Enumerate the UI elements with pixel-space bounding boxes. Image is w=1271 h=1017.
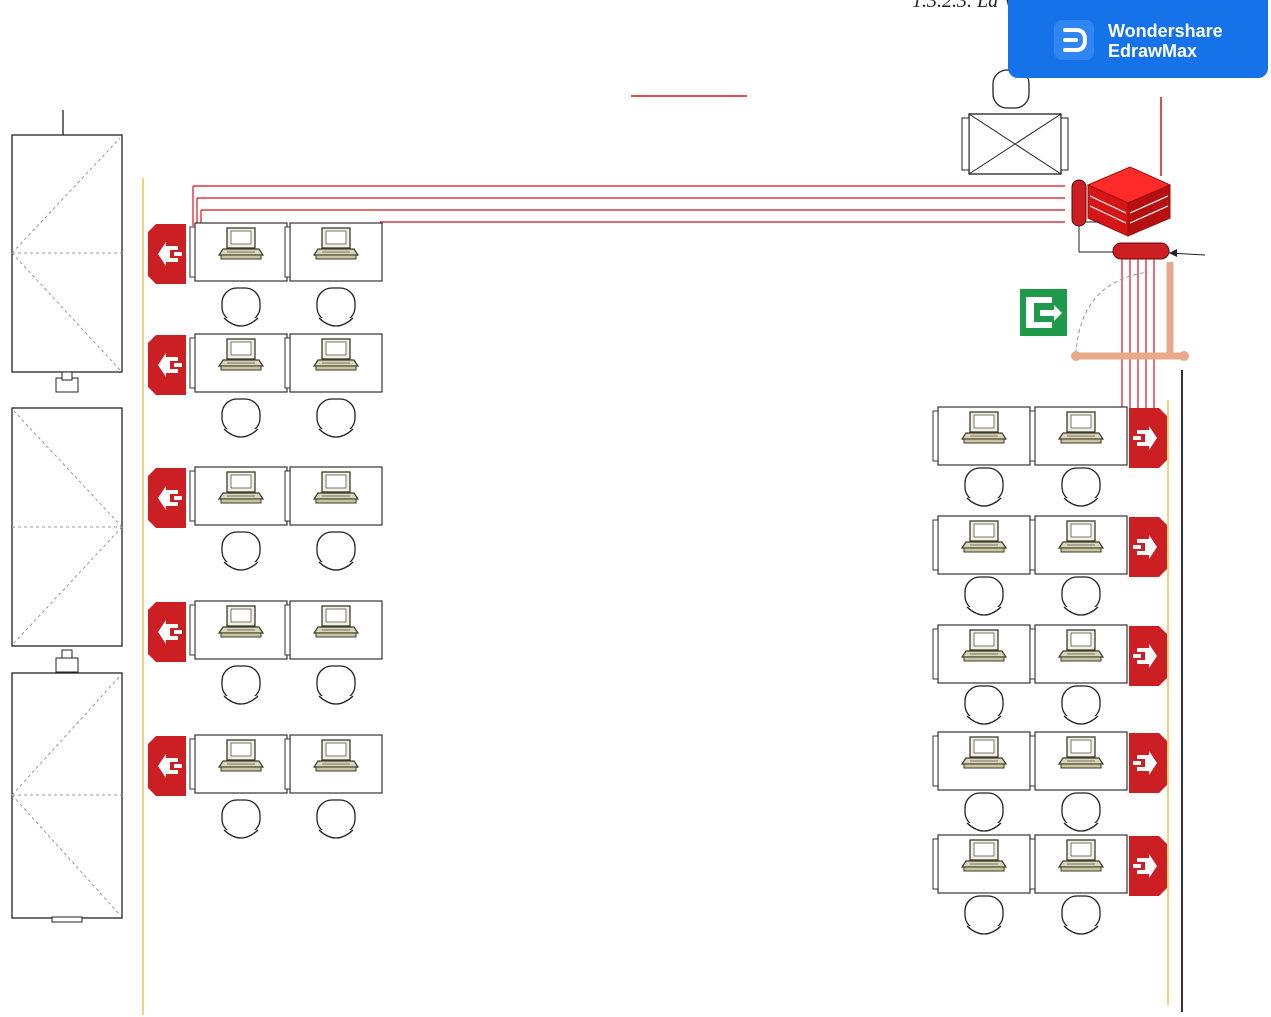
- network-outlet-icon: [1129, 733, 1167, 793]
- chair-icon: [316, 665, 356, 705]
- wondershare-edraw-logo-icon: [1054, 20, 1094, 60]
- network-outlet-icon: [1129, 517, 1167, 577]
- chair-icon: [316, 398, 356, 438]
- network-outlet-icon: [1129, 408, 1167, 468]
- workstation-row: [932, 731, 1167, 832]
- chair-icon: [1061, 467, 1101, 507]
- badge-line-1: Wondershare: [1108, 21, 1223, 41]
- workstation-row: [148, 222, 383, 327]
- chair-icon: [221, 665, 261, 705]
- chair-icon: [1061, 895, 1101, 935]
- workstation-row: [148, 600, 383, 705]
- workstation-row: [932, 624, 1167, 725]
- emergency-exit-icon: [1020, 289, 1067, 336]
- left-cabinets: [11, 110, 123, 923]
- chair-icon: [221, 531, 261, 571]
- workstation-row: [148, 333, 383, 438]
- workstation-row: [932, 406, 1167, 507]
- cabinet-icon: [11, 134, 123, 373]
- cabinet-icon: [11, 672, 123, 923]
- network-outlet-icon: [148, 602, 186, 662]
- network-outlet-icon: [148, 468, 186, 528]
- chair-icon: [964, 895, 1004, 935]
- chair-icon: [316, 531, 356, 571]
- network-outlet-icon: [148, 335, 186, 395]
- right-workstations: [932, 406, 1167, 935]
- network-floor-plan: [11, 69, 1206, 1015]
- wondershare-edrawmax-badge[interactable]: Wondershare EdrawMax: [1008, 0, 1268, 78]
- server-desk: [961, 69, 1069, 175]
- workstation-row: [932, 515, 1167, 616]
- chair-icon: [1061, 685, 1101, 725]
- chair-icon: [221, 398, 261, 438]
- network-outlet-icon: [148, 224, 186, 284]
- left-workstations: [148, 222, 383, 839]
- workstation-row: [932, 834, 1167, 935]
- workstation-row: [148, 466, 383, 571]
- workstation-row: [148, 734, 383, 839]
- left-cable-bundle: [192, 185, 1065, 226]
- right-cable-bundle: [1121, 259, 1155, 408]
- network-outlet-icon: [148, 736, 186, 796]
- chair-icon: [964, 685, 1004, 725]
- router-icon: [1086, 166, 1172, 237]
- chair-icon: [964, 576, 1004, 616]
- chair-icon: [316, 799, 356, 839]
- cabinet-icon: [11, 407, 123, 647]
- chair-icon: [316, 287, 356, 327]
- chair-icon: [221, 287, 261, 327]
- chair-icon: [964, 467, 1004, 507]
- chair-icon: [1061, 576, 1101, 616]
- network-outlet-icon: [1129, 626, 1167, 686]
- network-outlet-icon: [1129, 836, 1167, 896]
- chair-icon: [964, 792, 1004, 832]
- chair-icon: [1061, 792, 1101, 832]
- chair-icon: [221, 799, 261, 839]
- badge-line-2: EdrawMax: [1108, 41, 1198, 61]
